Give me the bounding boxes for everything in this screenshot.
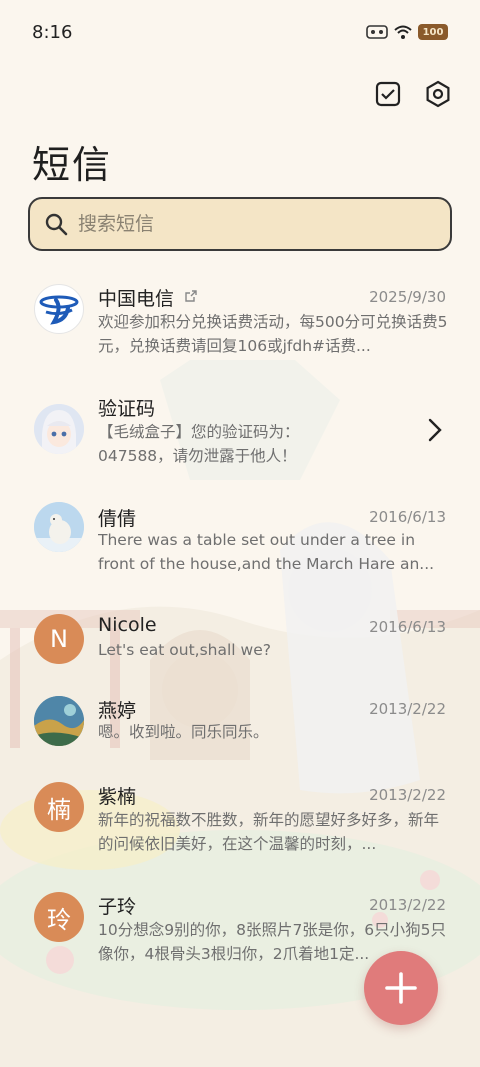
avatar-ziling: 玲 (34, 892, 84, 942)
chevron-right-icon (428, 418, 442, 442)
multi-select-button[interactable] (374, 80, 402, 108)
message-date: 2025/9/30 (369, 288, 446, 306)
avatar-yanting (34, 696, 84, 746)
message-preview: There was a table set out under a tree i… (98, 531, 435, 573)
page-title: 短信 (32, 143, 113, 187)
status-icons: 100 (366, 24, 448, 40)
wifi-icon (394, 25, 412, 39)
polar-bear-avatar-icon (34, 502, 84, 552)
avatar-zinan: 楠 (34, 782, 84, 832)
message-item-verification-code[interactable]: 验证码 【毛绒盒子】您的验证码为：047588，请勿泄露于他人！ (0, 380, 480, 488)
landscape-avatar-icon (34, 696, 84, 746)
message-preview: 新年的祝福数不胜数，新年的愿望好多好多，新年的问候依旧美好，在这个温馨的时刻，.… (98, 811, 440, 853)
sender-name: Nicole (98, 614, 157, 636)
sender-name: 燕婷 (98, 700, 137, 722)
new-message-button[interactable] (364, 951, 438, 1025)
sender-name: 中国电信 (98, 288, 175, 310)
message-item-zinan[interactable]: 楠 紫楠 2013/2/22 新年的祝福数不胜数，新年的愿望好多好多，新年的问候… (0, 774, 480, 880)
settings-button[interactable] (424, 80, 452, 108)
settings-hexagon-icon (426, 80, 450, 108)
message-item-china-telecom[interactable]: 中国电信 2025/9/30 欢迎参加积分兑换话费活动，每500分可兑换话费5元… (0, 268, 480, 376)
avatar-nicole: N (34, 614, 84, 664)
sender-name: 子玲 (98, 896, 137, 918)
message-preview: 【毛绒盒子】您的验证码为：047588，请勿泄露于他人！ (98, 423, 300, 465)
search-icon (45, 213, 68, 236)
status-bar: 8:16 100 (0, 0, 480, 66)
china-telecom-logo-icon (39, 295, 79, 325)
message-item-yanting[interactable]: 燕婷 2013/2/22 嗯。收到啦。同乐同乐。 (0, 688, 480, 768)
message-preview: 欢迎参加积分兑换话费活动，每500分可兑换话费5元，兑换话费请回复106或jfd… (98, 313, 448, 355)
sender-name: 验证码 (98, 398, 156, 420)
message-item-qianqian[interactable]: 倩倩 2016/6/13 There was a table set out u… (0, 490, 480, 598)
message-date: 2016/6/13 (369, 508, 446, 526)
top-actions (374, 80, 452, 108)
external-link-icon (185, 290, 197, 302)
avatar-china-telecom (34, 284, 84, 334)
status-time: 8:16 (32, 22, 73, 43)
search-bar[interactable] (28, 197, 452, 251)
checkbox-icon (375, 81, 401, 107)
message-item-nicole[interactable]: N Nicole 2016/6/13 Let's eat out,shall w… (0, 602, 480, 678)
message-date: 2013/2/22 (369, 700, 446, 718)
battery-indicator: 100 (418, 24, 448, 40)
message-preview: 嗯。收到啦。同乐同乐。 (98, 723, 269, 741)
message-preview: Let's eat out,shall we? (98, 641, 271, 659)
avatar-verification-code (34, 404, 84, 454)
message-date: 2013/2/22 (369, 786, 446, 804)
plus-icon (385, 972, 417, 1004)
search-input[interactable] (78, 213, 418, 235)
sender-name: 紫楠 (98, 786, 137, 808)
message-date: 2016/6/13 (369, 618, 446, 636)
sim-icon (366, 25, 388, 39)
sender-name: 倩倩 (98, 508, 137, 530)
anime-character-avatar-icon (34, 404, 84, 454)
avatar-qianqian (34, 502, 84, 552)
message-date: 2013/2/22 (369, 896, 446, 914)
